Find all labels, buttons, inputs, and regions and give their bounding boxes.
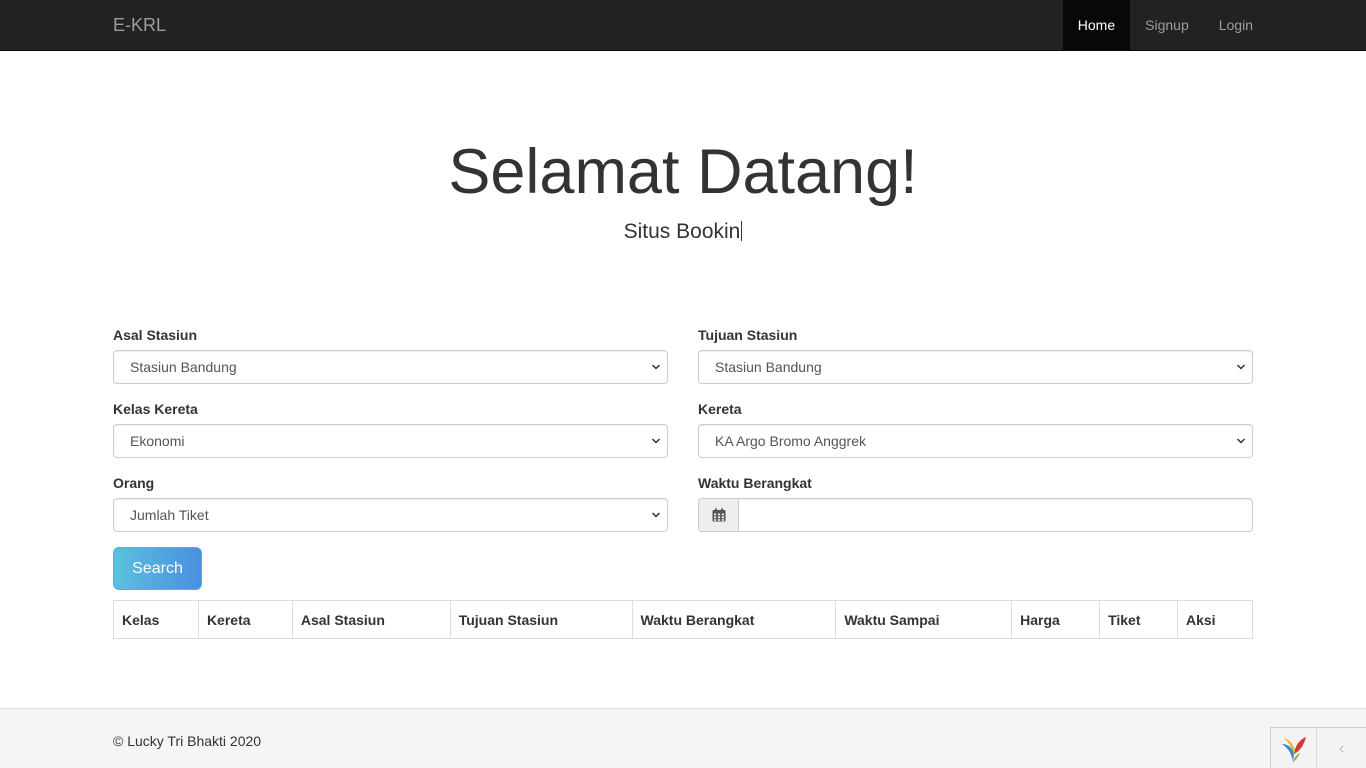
nav-signup[interactable]: Signup xyxy=(1130,0,1204,50)
col-tiket: Tiket xyxy=(1099,600,1178,639)
waktu-berangkat-group xyxy=(698,498,1253,532)
results-table: Kelas Kereta Asal Stasiun Tujuan Stasiun… xyxy=(113,600,1253,639)
typing-caret xyxy=(741,221,743,241)
nav-home[interactable]: Home xyxy=(1062,0,1131,50)
hero-title: Selamat Datang! xyxy=(448,137,918,207)
tujuan-stasiun-select[interactable]: Stasiun Bandung xyxy=(698,350,1253,384)
chevron-down-icon xyxy=(651,512,661,518)
tujuan-stasiun-label: Tujuan Stasiun xyxy=(698,327,798,343)
col-waktu-berangkat: Waktu Berangkat xyxy=(631,600,837,639)
table-header-row: Kelas Kereta Asal Stasiun Tujuan Stasiun… xyxy=(113,600,1253,639)
asal-stasiun-select[interactable]: Stasiun Bandung xyxy=(113,350,668,384)
col-harga: Harga xyxy=(1011,600,1101,639)
footer-copyright: © Lucky Tri Bhakti 2020 xyxy=(113,733,262,749)
navbar: E-KRL Home Signup Login xyxy=(0,0,1366,51)
col-aksi: Aksi xyxy=(1177,600,1253,639)
hero-subtitle-text: Situs Bookin xyxy=(623,220,741,243)
kelas-kereta-value: Ekonomi xyxy=(130,433,185,449)
col-waktu-sampai: Waktu Sampai xyxy=(835,600,1013,639)
kereta-value: KA Argo Bromo Anggrek xyxy=(715,433,866,449)
orang-label: Orang xyxy=(113,475,155,491)
debug-toolbar: ‹ xyxy=(1270,727,1366,768)
search-button[interactable]: Search xyxy=(113,547,202,590)
kelas-kereta-label: Kelas Kereta xyxy=(113,401,198,417)
col-kereta: Kereta xyxy=(197,600,293,639)
chevron-down-icon xyxy=(651,364,661,370)
kereta-select[interactable]: KA Argo Bromo Anggrek xyxy=(698,424,1253,458)
col-kelas: Kelas xyxy=(113,600,199,639)
orang-select[interactable]: Jumlah Tiket xyxy=(113,498,668,532)
calendar-addon[interactable] xyxy=(698,498,738,532)
tujuan-stasiun-value: Stasiun Bandung xyxy=(715,359,822,375)
col-tujuan-stasiun: Tujuan Stasiun xyxy=(449,600,633,639)
chevron-left-icon[interactable]: ‹ xyxy=(1317,728,1366,768)
nav-links: Home Signup Login xyxy=(1062,0,1268,50)
hero-subtitle: Situs Bookin xyxy=(0,217,1366,247)
chevron-down-icon xyxy=(651,438,661,444)
brand-link[interactable]: E-KRL xyxy=(113,0,166,50)
chevron-down-icon xyxy=(1236,438,1246,444)
kereta-label: Kereta xyxy=(698,401,742,417)
yii-logo-icon[interactable] xyxy=(1271,728,1317,768)
kelas-kereta-select[interactable]: Ekonomi xyxy=(113,424,668,458)
waktu-berangkat-input[interactable] xyxy=(738,498,1253,532)
asal-stasiun-label: Asal Stasiun xyxy=(113,327,198,343)
col-asal-stasiun: Asal Stasiun xyxy=(291,600,451,639)
footer: © Lucky Tri Bhakti 2020 ‹ xyxy=(0,708,1366,768)
waktu-berangkat-label: Waktu Berangkat xyxy=(698,475,812,491)
calendar-icon xyxy=(712,508,725,522)
nav-login[interactable]: Login xyxy=(1204,0,1268,50)
chevron-down-icon xyxy=(1236,364,1246,370)
orang-value: Jumlah Tiket xyxy=(130,507,209,523)
asal-stasiun-value: Stasiun Bandung xyxy=(130,359,237,375)
